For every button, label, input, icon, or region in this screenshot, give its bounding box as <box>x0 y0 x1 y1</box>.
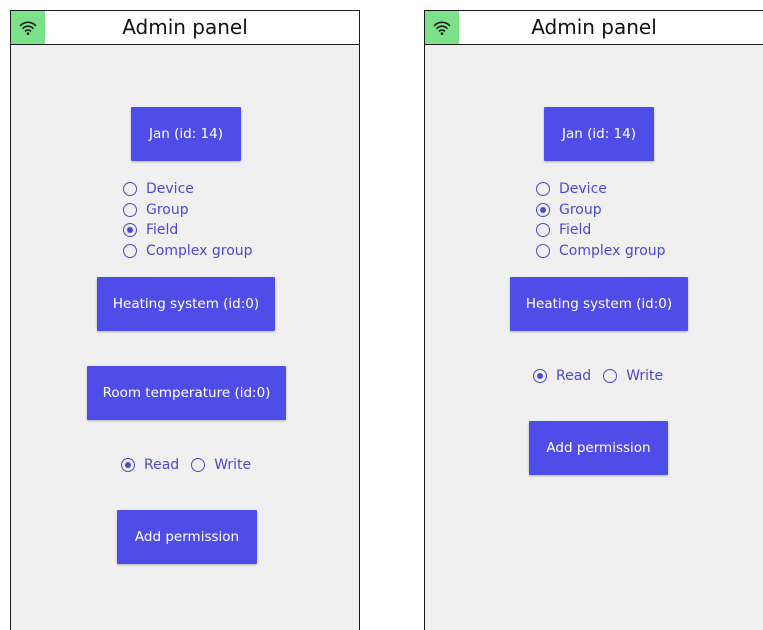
radio-button[interactable] <box>191 458 206 472</box>
radio-option-device[interactable]: Device <box>536 179 666 200</box>
target-type-radio-group: Device Group Field Complex group <box>536 179 666 261</box>
radio-button[interactable] <box>536 182 550 197</box>
radio-option-group[interactable]: Group <box>123 200 253 221</box>
radio-button[interactable] <box>123 243 137 258</box>
add-permission-button[interactable]: Add permission <box>529 421 668 475</box>
access-radio-group: Read Write <box>121 457 263 473</box>
access-radio-group: Read Write <box>533 368 675 384</box>
radio-label: Group <box>559 201 602 218</box>
radio-label: Write <box>626 368 664 384</box>
radio-label: Device <box>146 181 194 198</box>
group-select-button[interactable]: Heating system (id:0) <box>510 277 688 331</box>
radio-label: Complex group <box>146 242 253 259</box>
radio-button[interactable] <box>603 369 618 383</box>
radio-label: Write <box>214 457 252 473</box>
radio-option-complex-group[interactable]: Complex group <box>536 241 666 262</box>
screenshot-stage: Admin panel Jan (id: 14) Device Group Fi… <box>0 0 763 630</box>
field-select-button[interactable]: Room temperature (id:0) <box>87 366 286 420</box>
app-bar: Admin panel <box>425 11 763 45</box>
radio-option-field[interactable]: Field <box>536 220 666 241</box>
radio-option-write[interactable]: Write <box>603 368 663 384</box>
radio-button[interactable] <box>123 202 137 217</box>
app-bar: Admin panel <box>11 11 359 45</box>
radio-label: Read <box>556 368 592 384</box>
radio-option-complex-group[interactable]: Complex group <box>123 241 253 262</box>
page-title: Admin panel <box>531 15 657 39</box>
radio-label: Device <box>559 181 607 198</box>
radio-label: Field <box>559 222 592 239</box>
radio-option-read[interactable]: Read <box>533 368 591 384</box>
radio-button[interactable] <box>536 243 550 258</box>
radio-option-device[interactable]: Device <box>123 179 253 200</box>
radio-label: Complex group <box>559 242 666 259</box>
target-type-radio-group: Device Group Field Complex group <box>123 179 253 261</box>
radio-button-selected[interactable] <box>123 223 137 238</box>
radio-option-group[interactable]: Group <box>536 200 666 221</box>
radio-button[interactable] <box>536 223 550 238</box>
radio-button-selected[interactable] <box>536 202 550 217</box>
radio-button-selected[interactable] <box>121 458 135 472</box>
left-screen: Admin panel Jan (id: 14) Device Group Fi… <box>10 10 360 630</box>
radio-label: Group <box>146 201 189 218</box>
radio-option-read[interactable]: Read <box>121 457 179 473</box>
radio-option-field[interactable]: Field <box>123 220 253 241</box>
radio-option-write[interactable]: Write <box>191 457 251 473</box>
user-select-button[interactable]: Jan (id: 14) <box>131 107 241 161</box>
page-title: Admin panel <box>122 15 248 39</box>
radio-button[interactable] <box>123 182 137 197</box>
right-screen: Admin panel Jan (id: 14) Device Group Fi… <box>424 10 763 630</box>
radio-label: Field <box>146 222 179 239</box>
radio-label: Read <box>144 457 180 473</box>
group-select-button[interactable]: Heating system (id:0) <box>97 277 275 331</box>
user-select-button[interactable]: Jan (id: 14) <box>544 107 654 161</box>
radio-button-selected[interactable] <box>533 369 547 383</box>
add-permission-button[interactable]: Add permission <box>117 510 257 564</box>
